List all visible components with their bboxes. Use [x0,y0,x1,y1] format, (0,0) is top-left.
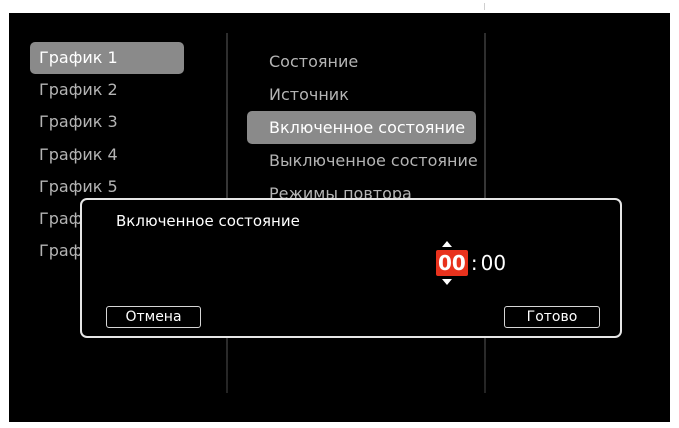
schedule-settings-list: Состояние Источник Включенное состояние … [247,45,478,210]
schedule-item-1[interactable]: График 1 [30,42,184,75]
setting-state[interactable]: Состояние [247,45,476,78]
schedule-item-2[interactable]: График 2 [30,74,184,106]
hour-field[interactable]: 00 [436,250,468,276]
setting-source[interactable]: Источник [247,78,476,111]
top-tick-mark [484,3,485,10]
time-picker: 00:00 [436,250,506,276]
schedule-item-4[interactable]: График 4 [30,139,184,171]
schedule-screen: График 1 График 2 График 3 График 4 Граф… [9,13,670,422]
cancel-button[interactable]: Отмена [106,306,201,328]
dialog-title: Включенное состояние [116,212,300,230]
setting-off-time[interactable]: Выключенное состояние [247,144,478,177]
time-separator: : [470,251,478,275]
minute-field[interactable]: 00 [481,251,506,275]
done-button[interactable]: Готово [504,306,600,328]
hour-up-arrow-icon[interactable] [442,241,452,247]
setting-on-time[interactable]: Включенное состояние [247,111,476,144]
schedule-item-3[interactable]: График 3 [30,106,184,138]
hour-down-arrow-icon[interactable] [442,279,452,285]
on-time-dialog: Включенное состояние 00:00 Отмена Готово [80,198,622,338]
